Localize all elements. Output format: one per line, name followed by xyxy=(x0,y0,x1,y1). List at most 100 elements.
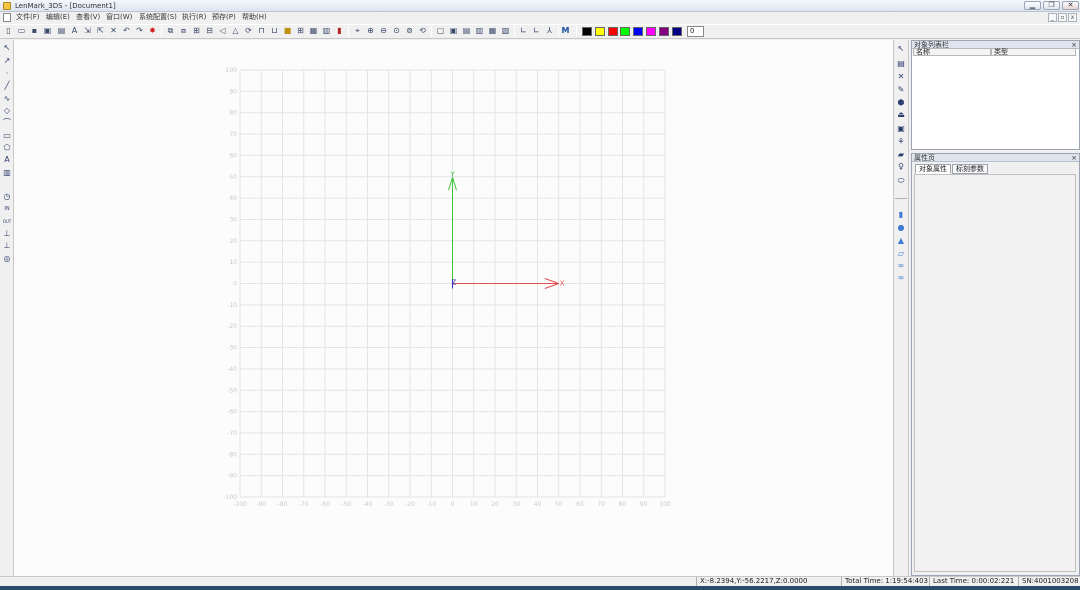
axis-yz-icon[interactable]: ⅄ xyxy=(545,26,554,36)
group-icon[interactable]: ⧉ xyxy=(166,26,175,36)
node-edit-icon[interactable]: ↗ xyxy=(2,56,12,66)
tab-object-properties[interactable]: 对象属性 xyxy=(915,164,951,174)
axis-icon[interactable]: ⊥ xyxy=(2,229,12,239)
mirror-v-icon[interactable]: △ xyxy=(231,26,240,36)
redo-icon[interactable]: ↷ xyxy=(135,26,144,36)
view-left-icon[interactable]: ▤ xyxy=(462,26,471,36)
refresh-icon[interactable]: ⟲ xyxy=(418,26,427,36)
barcode-icon[interactable]: ▥ xyxy=(2,168,12,178)
rotary-icon[interactable]: ◎ xyxy=(2,254,12,264)
sphere-icon[interactable]: ● xyxy=(896,223,906,233)
pen-index-input[interactable]: 0 xyxy=(687,26,704,37)
view-front-icon[interactable]: ▢ xyxy=(436,26,445,36)
color-swatch[interactable] xyxy=(671,27,682,36)
color-swatch[interactable] xyxy=(633,27,644,36)
menu-preset[interactable]: 预存(P) xyxy=(212,13,236,22)
cone-icon[interactable]: ▲ xyxy=(896,236,906,246)
clock-icon[interactable]: ◷ xyxy=(2,192,12,202)
rectangle-icon[interactable]: ▭ xyxy=(2,131,12,141)
zoom-fit-icon[interactable]: ⊙ xyxy=(392,26,401,36)
pen-icon[interactable]: ✎ xyxy=(896,85,906,95)
color-swatch[interactable] xyxy=(607,27,618,36)
import-icon[interactable]: ⇲ xyxy=(83,26,92,36)
color-swatch[interactable] xyxy=(594,27,605,36)
split-icon[interactable]: ⊟ xyxy=(205,26,214,36)
color-swatch[interactable] xyxy=(620,27,631,36)
print-icon[interactable]: ▤ xyxy=(57,26,66,36)
menu-help[interactable]: 帮助(H) xyxy=(242,13,267,22)
mdi-restore-button[interactable]: ▫ xyxy=(1058,13,1067,22)
close-button[interactable]: ✕ xyxy=(1062,1,1079,10)
axis-3d-icon[interactable]: ⊥ xyxy=(2,241,12,251)
person-icon[interactable]: ♀ xyxy=(896,162,906,172)
delete-icon[interactable]: ✕ xyxy=(896,72,906,82)
column-header-type[interactable]: 类型 xyxy=(991,48,1076,56)
properties-close-button[interactable]: × xyxy=(1071,154,1077,162)
view-right-icon[interactable]: ▥ xyxy=(475,26,484,36)
barcode-tool-icon[interactable]: ▥ xyxy=(322,26,331,36)
output-icon[interactable]: OUT xyxy=(2,217,12,227)
torus-icon[interactable]: ∞ xyxy=(896,261,906,271)
view-top-icon[interactable]: ▦ xyxy=(488,26,497,36)
input-icon[interactable]: IN xyxy=(2,204,12,214)
undo-icon[interactable]: ↶ xyxy=(122,26,131,36)
text-tool-icon[interactable]: A xyxy=(70,26,79,36)
column-header-name[interactable]: 名称 xyxy=(913,48,991,56)
point-icon[interactable]: · xyxy=(2,69,12,79)
menu-run[interactable]: 执行(R) xyxy=(182,13,206,22)
mirror-h-icon[interactable]: ◁ xyxy=(218,26,227,36)
view-back-icon[interactable]: ▣ xyxy=(449,26,458,36)
ellipse-icon[interactable]: ⬭ xyxy=(896,176,906,186)
mark-button[interactable]: M xyxy=(561,26,570,36)
mdi-close-button[interactable]: x xyxy=(1068,13,1077,22)
line-icon[interactable]: ╱ xyxy=(2,81,12,91)
layer-icon[interactable]: ⏏ xyxy=(896,110,906,120)
color-swatch[interactable] xyxy=(582,27,592,36)
ungroup-icon[interactable]: ⧈ xyxy=(179,26,188,36)
rotate-icon[interactable]: ⟳ xyxy=(244,26,253,36)
zoom-in-icon[interactable]: ⊕ xyxy=(366,26,375,36)
plane-icon[interactable]: ▱ xyxy=(896,249,906,259)
cube-icon[interactable]: ▰ xyxy=(896,150,906,160)
menu-edit[interactable]: 编辑(E) xyxy=(46,13,70,22)
export-icon[interactable]: ⇱ xyxy=(96,26,105,36)
menu-file[interactable]: 文件(F) xyxy=(16,13,40,22)
lock-icon[interactable]: ⊓ xyxy=(257,26,266,36)
laser-icon[interactable]: ✸ xyxy=(148,26,157,36)
axis-xz-icon[interactable]: ∟ xyxy=(532,26,541,36)
color-swatch[interactable] xyxy=(658,27,669,36)
drawing-canvas[interactable]: -100 -90 -80 -70 -60 -50 -40 -30 -20 -10 0 10 20 30 40… xyxy=(14,40,893,576)
document-icon[interactable] xyxy=(3,13,11,22)
menu-system-config[interactable]: 系统配置(S) xyxy=(139,13,177,22)
frame-icon[interactable]: ▣ xyxy=(896,124,906,134)
link-icon[interactable]: ∞ xyxy=(896,273,906,283)
new-file-icon[interactable]: ▯ xyxy=(4,26,13,36)
fill-icon[interactable]: ⬢ xyxy=(896,98,906,108)
restore-button[interactable]: ❐ xyxy=(1043,1,1060,10)
color-swatch[interactable] xyxy=(646,27,656,36)
open-file-icon[interactable]: ▭ xyxy=(17,26,26,36)
zoom-select-icon[interactable]: ⌖ xyxy=(353,26,362,36)
bookmark-icon[interactable]: ▮ xyxy=(335,26,344,36)
select-icon[interactable]: ↖ xyxy=(2,43,12,53)
menu-window[interactable]: 窗口(W) xyxy=(106,13,132,22)
curve-icon[interactable]: ∿ xyxy=(2,94,12,104)
polygon-icon[interactable]: ⬠ xyxy=(2,143,12,153)
grid-icon[interactable]: ▦ xyxy=(309,26,318,36)
zoom-out-icon[interactable]: ⊖ xyxy=(379,26,388,36)
tree-icon[interactable]: ⚘ xyxy=(896,137,906,147)
combine-icon[interactable]: ⊞ xyxy=(192,26,201,36)
save-icon[interactable]: ▪ xyxy=(30,26,39,36)
view-bottom-icon[interactable]: ▧ xyxy=(501,26,510,36)
pointer-icon[interactable]: ↖ xyxy=(896,44,906,54)
image-icon[interactable]: ▤ xyxy=(896,59,906,69)
save-as-icon[interactable]: ▣ xyxy=(43,26,52,36)
menu-view[interactable]: 查看(V) xyxy=(76,13,100,22)
delete-icon[interactable]: ✕ xyxy=(109,26,118,36)
axis-xy-icon[interactable]: ∟ xyxy=(519,26,528,36)
tab-mark-parameters[interactable]: 标刻参数 xyxy=(952,164,988,174)
lock-all-icon[interactable]: ■ xyxy=(283,26,292,36)
circle-icon[interactable]: ◇ xyxy=(2,106,12,116)
zoom-all-icon[interactable]: ⊚ xyxy=(405,26,414,36)
unlock-icon[interactable]: ⊔ xyxy=(270,26,279,36)
